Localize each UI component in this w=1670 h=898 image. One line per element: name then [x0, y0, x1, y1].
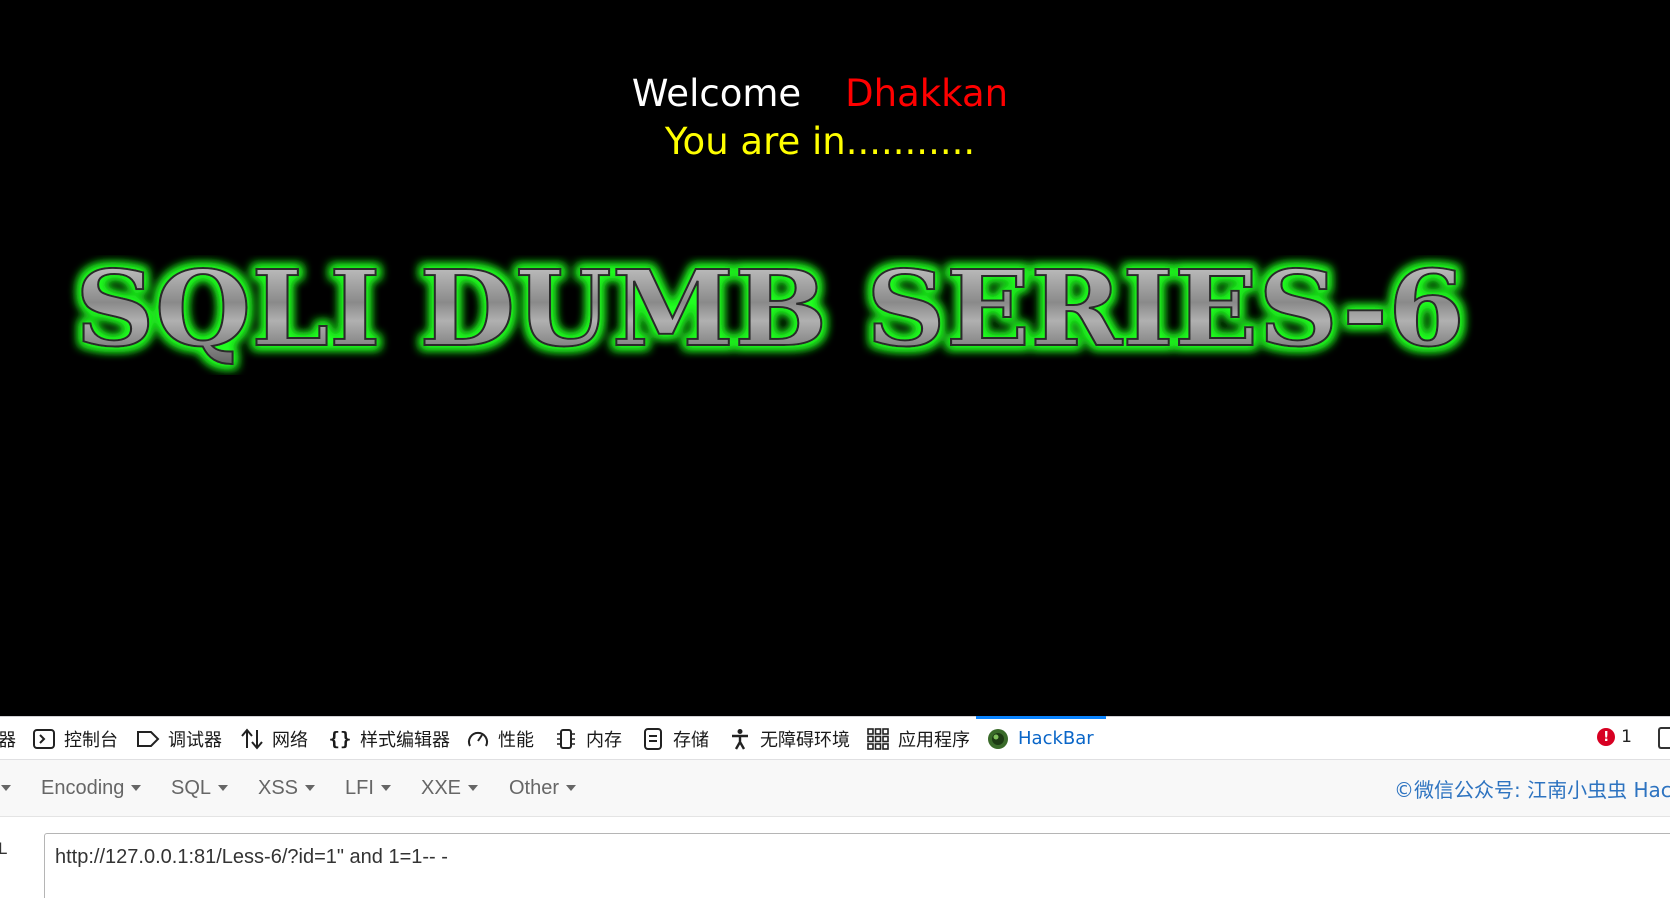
tab-hackbar[interactable]: HackBar — [976, 716, 1106, 760]
tab-label: 调试器 — [168, 729, 222, 751]
braces-icon: {} — [328, 727, 352, 750]
menu-label: SQL — [171, 776, 212, 799]
browser-window: Welcome Dhakkan You are in........... SQ… — [0, 0, 1670, 898]
caret-down-icon — [305, 785, 316, 791]
menu-overflow-dropdown[interactable] — [0, 760, 11, 816]
tab-style-editor[interactable]: {} 样式编辑器 — [328, 717, 450, 760]
hackbar-icon — [986, 727, 1010, 751]
credit-link[interactable]: ©微信公众号: 江南小虫虫 Hac — [1394, 760, 1670, 816]
debugger-icon — [136, 727, 160, 751]
caret-down-icon — [218, 785, 229, 791]
welcome-line: Welcome Dhakkan — [0, 72, 1640, 115]
tab-accessibility[interactable]: 无障碍环境 — [728, 717, 850, 760]
menu-xss[interactable]: XSS — [258, 760, 316, 816]
menu-label: XSS — [258, 776, 299, 799]
tab-label: 性能 — [498, 729, 534, 751]
tab-debugger[interactable]: 调试器 — [136, 717, 222, 760]
error-icon: ! — [1597, 728, 1616, 746]
error-count: 1 — [1621, 727, 1632, 747]
tab-network[interactable]: 网络 — [240, 717, 308, 760]
hackbar-menu-bar: Encoding SQL XSS LFI XXE Other ©微信公众号: 江… — [0, 760, 1670, 817]
tab-label: HackBar — [1018, 728, 1094, 749]
tab-memory[interactable]: 内存 — [554, 717, 622, 760]
menu-lfi[interactable]: LFI — [345, 760, 391, 816]
caret-down-icon — [468, 785, 479, 791]
web-page-content: Welcome Dhakkan You are in........... SQ… — [0, 0, 1670, 716]
memory-chip-icon — [554, 727, 578, 751]
tab-label: 器 — [0, 729, 16, 751]
caret-down-icon — [131, 785, 142, 791]
menu-label: Other — [509, 776, 560, 799]
caret-down-icon — [380, 785, 391, 791]
menu-label: LFI — [345, 776, 374, 799]
tab-label: 网络 — [272, 729, 308, 751]
gauge-icon — [466, 727, 490, 751]
status-message: You are in........... — [664, 120, 976, 163]
accessibility-icon — [728, 727, 752, 751]
username-text: Dhakkan — [845, 72, 1009, 115]
network-icon — [240, 727, 264, 751]
menu-other[interactable]: Other — [509, 760, 577, 816]
tab-label: 控制台 — [64, 729, 118, 751]
dock-side-icon[interactable] — [1658, 727, 1670, 749]
caret-down-icon — [566, 785, 577, 791]
storage-icon — [641, 727, 665, 751]
banner-title-image: SQLI DUMB SERIES-6 — [74, 255, 1466, 371]
tab-label: 存储 — [673, 729, 709, 751]
grid-icon — [866, 727, 890, 751]
tab-label: 内存 — [586, 729, 622, 751]
tab-console[interactable]: 控制台 — [32, 717, 118, 760]
error-count-badge[interactable]: ! 1 — [1597, 727, 1632, 747]
tab-storage[interactable]: 存储 — [641, 717, 709, 760]
banner-title-text: SQLI DUMB SERIES-6 — [75, 255, 1465, 370]
tab-label: 无障碍环境 — [760, 729, 850, 751]
menu-label: Encoding — [41, 776, 125, 799]
url-label: L — [0, 839, 7, 858]
hackbar-url-area: L http://127.0.0.1:81/Less-6/?id=1" and … — [0, 817, 1670, 898]
tab-application[interactable]: 应用程序 — [866, 717, 970, 760]
menu-xxe[interactable]: XXE — [421, 760, 479, 816]
console-icon — [32, 727, 56, 751]
tab-inspector[interactable]: 器 — [0, 717, 16, 760]
tab-label: 应用程序 — [898, 729, 970, 751]
url-textarea[interactable]: http://127.0.0.1:81/Less-6/?id=1" and 1=… — [44, 833, 1670, 898]
caret-down-icon — [1, 785, 11, 791]
menu-sql[interactable]: SQL — [171, 760, 229, 816]
devtools-tab-bar: 器 控制台 调试器 网络 {} 样式编辑器 性能 内存 存储 无障碍环境 应用程… — [0, 716, 1670, 760]
tab-performance[interactable]: 性能 — [466, 717, 534, 760]
welcome-text: Welcome — [631, 72, 802, 115]
menu-label: XXE — [421, 776, 462, 799]
menu-encoding[interactable]: Encoding — [41, 760, 142, 816]
tab-label: 样式编辑器 — [360, 729, 450, 751]
